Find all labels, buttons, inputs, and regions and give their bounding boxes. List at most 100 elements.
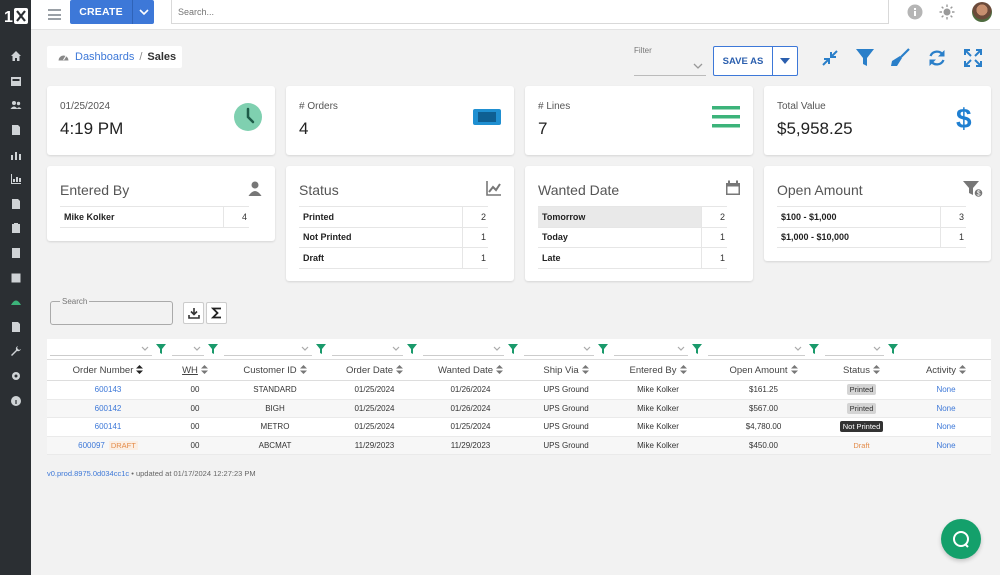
report-icon[interactable] — [0, 315, 31, 340]
filter-icon[interactable] — [809, 344, 819, 354]
filter-select[interactable] — [634, 75, 706, 76]
wrench-icon[interactable] — [0, 339, 31, 364]
document-icon[interactable] — [0, 118, 31, 143]
column-header[interactable]: Order Date — [329, 359, 420, 381]
home-icon[interactable] — [0, 44, 31, 69]
settings-icon[interactable] — [0, 364, 31, 389]
sort-icon[interactable] — [581, 365, 589, 375]
info-icon[interactable] — [0, 388, 31, 413]
column-filter[interactable] — [47, 339, 169, 360]
dimension-row[interactable]: Mike Kolker 4 — [60, 206, 249, 228]
download-button[interactable] — [183, 302, 204, 324]
order-link[interactable]: 600142 — [95, 404, 122, 413]
order-link[interactable]: 600143 — [95, 385, 122, 394]
chevron-down-icon[interactable] — [693, 63, 703, 69]
app-logo[interactable]: 1 — [0, 0, 31, 32]
list-icon[interactable] — [0, 241, 31, 266]
column-filter[interactable] — [221, 339, 329, 360]
column-filter[interactable] — [611, 339, 705, 360]
activity-link[interactable]: None — [936, 404, 955, 413]
column-filter[interactable] — [705, 339, 822, 360]
sun-icon[interactable] — [939, 4, 955, 20]
compress-icon[interactable] — [820, 48, 840, 68]
inbox-icon[interactable] — [0, 69, 31, 94]
dimension-row[interactable]: Printed 2 — [299, 206, 488, 228]
sort-icon[interactable] — [679, 365, 687, 375]
filter-icon[interactable] — [407, 344, 417, 354]
table-row[interactable]: 600142 00 BIGH 01/25/2024 01/26/2024 UPS… — [47, 399, 991, 418]
create-button[interactable]: CREATE — [70, 0, 154, 24]
filter-icon[interactable] — [855, 48, 875, 68]
version-link[interactable]: v0.prod.8975.0d034cc1c — [47, 469, 129, 478]
clipboard-icon[interactable] — [0, 216, 31, 241]
column-filter[interactable] — [521, 339, 611, 360]
filter-icon[interactable] — [888, 344, 898, 354]
activity-link[interactable]: None — [936, 441, 955, 450]
order-link[interactable]: 600097 — [78, 441, 105, 450]
cell: 00 — [169, 417, 221, 437]
filter-icon[interactable] — [598, 344, 608, 354]
activity-link[interactable]: None — [936, 385, 955, 394]
avatar[interactable] — [972, 2, 992, 22]
filter-icon[interactable] — [156, 344, 166, 354]
column-filter[interactable] — [329, 339, 420, 360]
calendar-icon — [725, 180, 741, 196]
breadcrumb-dashboards-link[interactable]: Dashboards — [75, 51, 134, 63]
chevron-down-icon[interactable] — [132, 0, 154, 24]
filter-icon[interactable] — [508, 344, 518, 354]
table-row[interactable]: 600141 00 METRO 01/25/2024 01/25/2024 UP… — [47, 417, 991, 437]
sort-icon[interactable] — [790, 365, 798, 375]
column-header[interactable]: Activity — [901, 359, 991, 381]
analytics-icon[interactable] — [0, 142, 31, 167]
dimension-row[interactable]: Today 1 — [538, 226, 727, 248]
sort-icon[interactable] — [136, 365, 144, 375]
dimension-row[interactable]: $100 - $1,000 3 — [777, 206, 966, 228]
column-header[interactable]: Ship Via — [521, 359, 611, 381]
dimension-row[interactable]: Draft 1 — [299, 247, 488, 269]
file-icon[interactable] — [0, 192, 31, 217]
dimension-row[interactable]: Tomorrow 2 — [538, 206, 727, 228]
chat-button[interactable] — [941, 519, 981, 559]
column-header[interactable]: Order Number — [47, 359, 169, 381]
column-header[interactable]: Status — [822, 359, 901, 381]
table-row[interactable]: 600097 DRAFT 00 ABCMAT 11/29/2023 11/29/2… — [47, 436, 991, 455]
column-header[interactable]: Customer ID — [221, 359, 329, 381]
column-header[interactable]: Wanted Date — [420, 359, 521, 381]
table-row[interactable]: 600143 00 STANDARD 01/25/2024 01/26/2024… — [47, 380, 991, 400]
sort-icon[interactable] — [299, 365, 307, 375]
refresh-icon[interactable] — [927, 48, 947, 68]
column-header[interactable]: Entered By — [611, 359, 705, 381]
book-icon[interactable] — [0, 265, 31, 290]
users-icon[interactable] — [0, 93, 31, 118]
sum-button[interactable] — [206, 302, 227, 324]
sort-icon[interactable] — [396, 365, 403, 375]
sort-icon[interactable] — [496, 365, 504, 375]
column-header[interactable]: Open Amount — [705, 359, 822, 381]
dimension-row[interactable]: $1,000 - $10,000 1 — [777, 226, 966, 248]
activity-link[interactable]: None — [936, 422, 955, 431]
filter-icon[interactable] — [692, 344, 702, 354]
bar-chart-icon[interactable] — [0, 167, 31, 192]
column-filter[interactable] — [169, 339, 221, 360]
caret-down-icon[interactable] — [772, 47, 797, 75]
dimension-row[interactable]: Late 1 — [538, 247, 727, 269]
menu-icon[interactable] — [48, 9, 61, 20]
column-filter[interactable] — [822, 339, 901, 360]
search-input[interactable] — [172, 0, 888, 23]
sales-dashboard-icon[interactable] — [0, 290, 31, 315]
sort-icon[interactable] — [872, 365, 880, 375]
column-filter[interactable] — [420, 339, 521, 360]
save-as-button[interactable]: SAVE AS — [713, 46, 798, 76]
order-link[interactable]: 600141 — [95, 422, 122, 431]
dimension-row[interactable]: Not Printed 1 — [299, 226, 488, 248]
info-icon[interactable] — [907, 4, 923, 20]
status-badge: Printed — [846, 402, 877, 414]
sort-icon[interactable] — [959, 365, 967, 375]
column-header[interactable]: WH — [169, 359, 221, 381]
expand-icon[interactable] — [963, 48, 983, 68]
sort-icon[interactable] — [200, 365, 208, 375]
filter-icon[interactable] — [316, 344, 326, 354]
filter-icon[interactable] — [208, 344, 218, 354]
broom-icon[interactable] — [890, 48, 910, 68]
svg-text:$: $ — [956, 103, 972, 132]
